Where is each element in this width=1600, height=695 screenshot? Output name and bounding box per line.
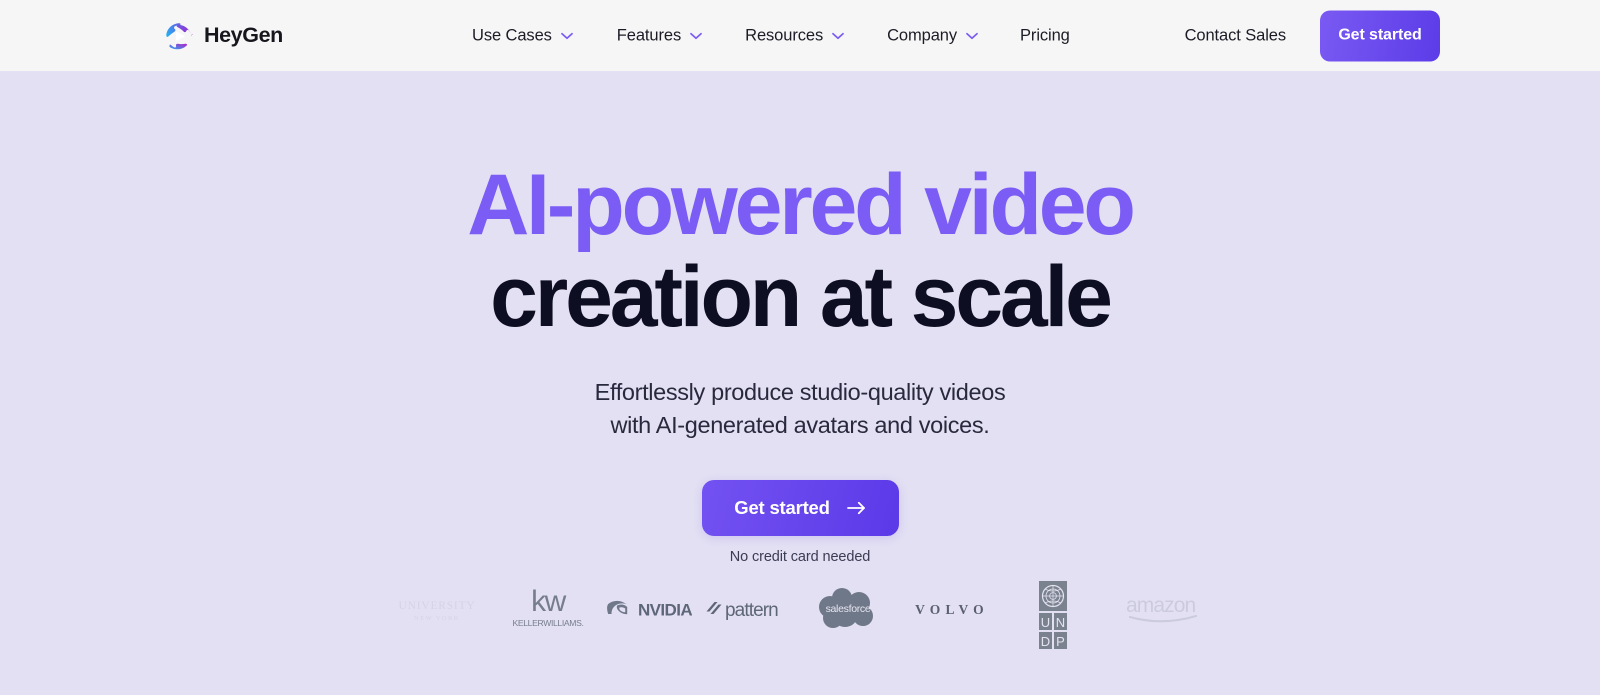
svg-text:VOLVO: VOLVO	[915, 602, 989, 617]
site-header: HeyGen Use Cases Features Resources Comp…	[0, 0, 1600, 71]
main-navigation: Use Cases Features Resources Company Pri…	[472, 26, 1070, 45]
salesforce-icon: salesforce	[818, 588, 873, 628]
nvidia-icon: NVIDIA	[606, 601, 692, 620]
logo-carousel-track: UNIVERSITY NEW YORK kw KELLERWILLIAMS. N…	[377, 569, 1223, 649]
hero-subheadline-line-2: with AI-generated avatars and voices.	[610, 412, 990, 439]
logo-columbia-university: UNIVERSITY NEW YORK	[377, 569, 497, 649]
svg-text:kw: kw	[531, 585, 567, 618]
svg-text:salesforce: salesforce	[825, 603, 870, 615]
nav-label-features: Features	[616, 26, 682, 44]
logo-nvidia: NVIDIA	[598, 569, 699, 649]
nav-item-resources[interactable]: Resources	[745, 26, 844, 45]
nav-item-use-cases[interactable]: Use Cases	[472, 26, 573, 45]
hero-cta-group: Get started No credit card needed	[701, 479, 899, 565]
nav-label-company: Company	[887, 26, 958, 44]
header-actions: Contact Sales Get started	[1185, 10, 1600, 61]
logo-undp: U N D P	[1002, 569, 1103, 649]
logo-pattern: pattern	[699, 569, 800, 649]
hero-headline-line-1: AI-powered video	[467, 157, 1136, 253]
svg-text:UNIVERSITY: UNIVERSITY	[399, 600, 476, 612]
columbia-university-icon: UNIVERSITY NEW YORK	[399, 600, 476, 622]
chevron-down-icon	[560, 32, 573, 39]
amazon-icon: amazon	[1126, 594, 1198, 623]
svg-text:NVIDIA: NVIDIA	[638, 601, 692, 620]
logo-volvo: VOLVO	[901, 569, 1002, 649]
hero-cta-note: No credit card needed	[729, 548, 871, 565]
hero-subheadline: Effortlessly produce studio-quality vide…	[595, 376, 1006, 443]
logo-keller-williams: kw KELLERWILLIAMS.	[497, 569, 598, 649]
svg-text:D: D	[1040, 634, 1049, 649]
hero-subheadline-line-1: Effortlessly produce studio-quality vide…	[594, 379, 1006, 405]
svg-text:amazon: amazon	[1126, 594, 1196, 617]
nav-item-company[interactable]: Company	[887, 26, 978, 45]
brand-name: HeyGen	[204, 22, 283, 47]
contact-sales-link[interactable]: Contact Sales	[1185, 26, 1287, 45]
svg-text:P: P	[1056, 634, 1065, 649]
svg-text:NEW YORK: NEW YORK	[414, 615, 460, 622]
svg-text:N: N	[1055, 615, 1064, 630]
chevron-down-icon	[690, 32, 702, 39]
nav-item-features[interactable]: Features	[617, 26, 702, 45]
chevron-down-icon	[832, 32, 844, 39]
nav-item-pricing[interactable]: Pricing	[1020, 26, 1070, 45]
logo-salesforce: salesforce	[800, 569, 901, 649]
svg-text:KELLERWILLIAMS.: KELLERWILLIAMS.	[512, 618, 583, 628]
hero-headline-line-2: creation at scale	[490, 249, 1113, 345]
pattern-icon: pattern	[706, 600, 779, 621]
nav-label-resources: Resources	[745, 26, 824, 44]
hero-get-started-button[interactable]: Get started	[701, 479, 899, 536]
hero-cta-label: Get started	[734, 496, 830, 518]
logo-amazon: amazon	[1103, 569, 1223, 649]
brand-logo-link[interactable]: HeyGen	[165, 22, 283, 50]
header-get-started-button[interactable]: Get started	[1320, 10, 1440, 61]
arrow-right-icon	[846, 501, 865, 514]
nav-label-use-cases: Use Cases	[472, 26, 552, 44]
keller-williams-icon: kw KELLERWILLIAMS.	[512, 585, 583, 628]
svg-text:U: U	[1040, 615, 1049, 630]
chevron-down-icon	[966, 32, 978, 39]
heygen-logo-icon	[166, 22, 193, 49]
svg-text:pattern: pattern	[725, 600, 778, 621]
customer-logo-strip: UNIVERSITY NEW YORK kw KELLERWILLIAMS. N…	[0, 569, 1600, 649]
undp-icon: U N D P	[1038, 581, 1067, 649]
hero-headline: AI-powered video creation at scale	[467, 157, 1136, 345]
nav-label-pricing: Pricing	[1020, 26, 1070, 44]
volvo-icon: VOLVO	[915, 602, 989, 617]
heygen-landing-page: HeyGen Use Cases Features Resources Comp…	[0, 0, 1600, 695]
